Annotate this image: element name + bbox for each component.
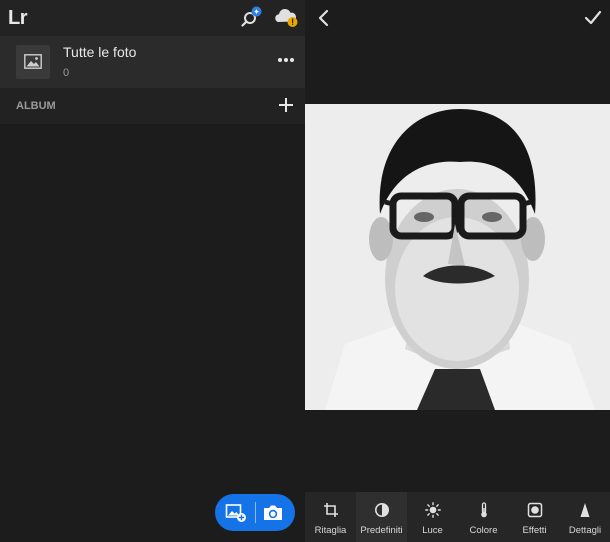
tool-light[interactable]: Luce bbox=[407, 492, 458, 542]
all-photos-count: 0 bbox=[63, 67, 70, 79]
all-photos-title: Tutte le foto bbox=[63, 44, 137, 60]
search-sparkle-icon[interactable]: ✦ bbox=[241, 6, 263, 28]
album-section-label: ALBUM bbox=[16, 100, 56, 112]
thermometer-icon bbox=[480, 502, 487, 518]
tool-color[interactable]: Colore bbox=[458, 492, 509, 542]
all-photos-row[interactable]: Tutte le foto 0 bbox=[0, 36, 305, 88]
library-header: Lr ✦ bbox=[0, 0, 305, 36]
fab-divider bbox=[255, 502, 256, 523]
crop-icon bbox=[323, 503, 338, 517]
cloud-warning-icon[interactable] bbox=[274, 7, 300, 29]
album-section-header: ALBUM bbox=[0, 88, 305, 124]
presets-icon bbox=[374, 503, 389, 517]
camera-icon[interactable] bbox=[262, 503, 284, 523]
effects-icon bbox=[527, 502, 542, 518]
triangle-icon bbox=[580, 503, 590, 517]
svg-text:✦: ✦ bbox=[253, 8, 260, 17]
sun-icon bbox=[424, 502, 441, 518]
library-panel: Lr ✦ Tutte le foto 0 ALBUM bbox=[0, 0, 305, 542]
edited-photo[interactable] bbox=[305, 104, 610, 410]
tool-presets[interactable]: Predefiniti bbox=[356, 492, 407, 542]
tool-detail[interactable]: Dettagli bbox=[560, 492, 610, 542]
chevron-left-icon[interactable] bbox=[315, 8, 333, 28]
tool-effects-label: Effetti bbox=[522, 525, 547, 536]
add-photos-fab bbox=[215, 494, 295, 531]
tool-light-label: Luce bbox=[422, 525, 443, 536]
editor-panel: Ritaglia Predefiniti Luce Colore Effetti… bbox=[305, 0, 610, 542]
lightroom-logo: Lr bbox=[8, 7, 28, 29]
add-photo-icon[interactable] bbox=[225, 502, 247, 524]
edit-toolbar: Ritaglia Predefiniti Luce Colore Effetti… bbox=[305, 492, 610, 542]
plus-icon[interactable] bbox=[278, 97, 294, 113]
tool-presets-label: Predefiniti bbox=[360, 525, 403, 536]
tool-crop[interactable]: Ritaglia bbox=[305, 492, 356, 542]
photo-placeholder-icon bbox=[16, 45, 50, 79]
checkmark-icon[interactable] bbox=[583, 8, 603, 28]
tool-detail-label: Dettagli bbox=[568, 525, 602, 536]
tool-crop-label: Ritaglia bbox=[314, 525, 347, 536]
tool-color-label: Colore bbox=[469, 525, 498, 536]
more-horizontal-icon[interactable] bbox=[277, 53, 295, 71]
tool-effects[interactable]: Effetti bbox=[509, 492, 560, 542]
